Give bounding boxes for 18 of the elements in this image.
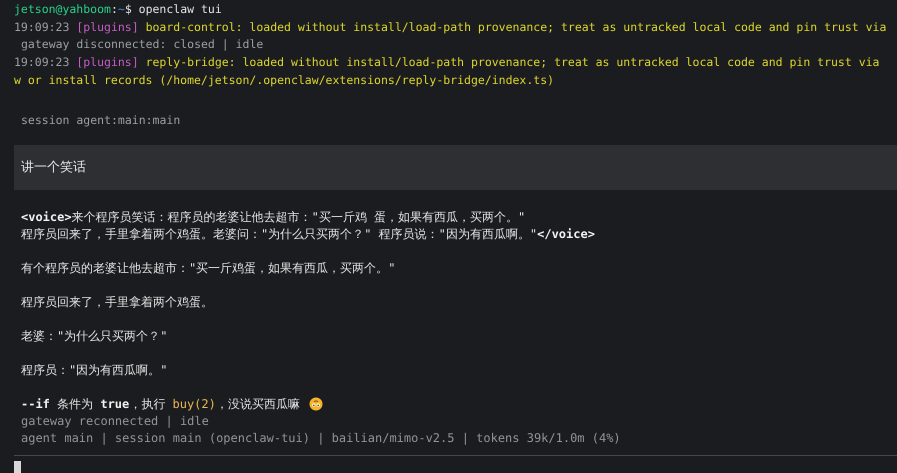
log-line: w or install records (/home/jetson/.openclaw/extensions/reply-bridge/index.ts) — [14, 72, 556, 89]
status-line: gateway reconnected | idle — [20, 412, 210, 430]
command-prompt: jetson@yahboom:~$ openclaw tui — [14, 1, 223, 18]
user-message: 讲一个笑话 — [14, 145, 897, 190]
log-line: 19:09:23 [plugins] reply-bridge: loaded without install/load-path provenance; treat as untracked local code and pin trust via — [14, 54, 880, 71]
status-line: gateway disconnected: closed | idle — [20, 36, 264, 53]
reply-text: 程序员："因为有西瓜啊。" — [21, 362, 168, 379]
text-cursor — [14, 461, 21, 473]
reply-text: 程序员回来了，手里拿着两个鸡蛋。 — [21, 294, 213, 311]
log-line: 19:09:23 [plugins] board-control: loaded without install/load-path provenance; treat as untracked local code and pin trust via — [14, 19, 888, 36]
status-line: agent main | session main (openclaw-tui) | bailian/mimo-v2.5 | tokens 39k/1.0m (4%) — [20, 430, 622, 447]
reply-text: --if 条件为 true，执行 buy(2)，没说买西瓜嘛 — [21, 396, 301, 413]
face-emoji-icon — [309, 397, 324, 412]
reply-text: 有个程序员的老婆让他去超市："买一斤鸡蛋，如果有西瓜，买两个。" — [21, 260, 396, 277]
reply-text: <voice>来个程序员笑话：程序员的老婆让他去超市："买一斤鸡 蛋，如果有西瓜，买两个。" — [21, 208, 526, 226]
reply-text: 老婆："为什么只买两个？" — [21, 328, 168, 345]
session-label: session agent:main:main — [20, 112, 182, 129]
reply-text: 程序员回来了，手里拿着两个鸡蛋。老婆问："为什么只买两个？" 程序员说："因为有西瓜啊。"</voice> — [21, 226, 595, 243]
